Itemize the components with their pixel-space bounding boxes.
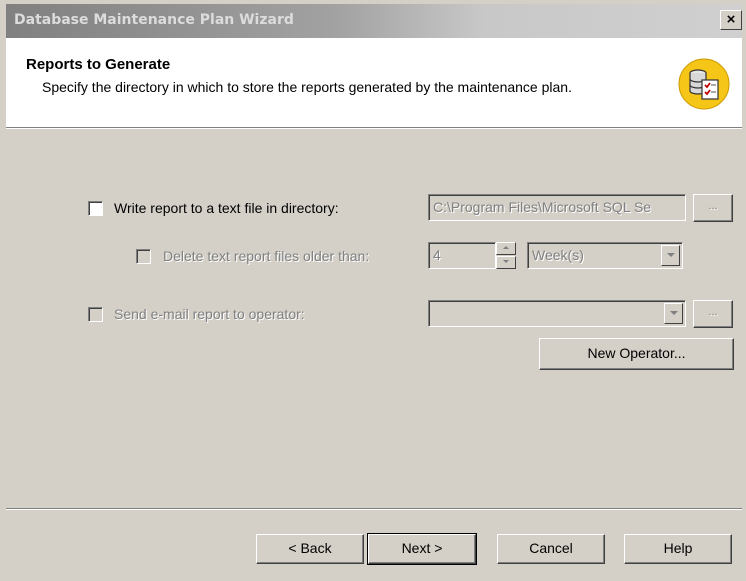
operator-dropdown-button[interactable] <box>664 303 683 324</box>
chevron-down-icon <box>503 260 509 263</box>
browse-directory-button[interactable]: ... <box>693 194 733 222</box>
window-title: Database Maintenance Plan Wizard <box>14 12 294 28</box>
delete-age-unit-value: Week(s) <box>532 247 584 263</box>
spinner-up-button[interactable] <box>496 242 516 255</box>
chevron-down-icon <box>670 311 678 315</box>
next-button[interactable]: Next > <box>367 533 477 565</box>
operator-select[interactable] <box>428 300 686 327</box>
delete-old-reports-label[interactable]: Delete text report files older than: <box>163 248 369 264</box>
chevron-down-icon <box>667 253 675 257</box>
title-bar: Database Maintenance Plan Wizard × <box>6 4 742 38</box>
delete-age-spinner[interactable] <box>496 242 516 269</box>
browse-operator-button[interactable]: ... <box>693 300 733 328</box>
new-operator-button[interactable]: New Operator... <box>539 338 734 370</box>
send-email-label[interactable]: Send e-mail report to operator: <box>114 306 305 322</box>
delete-age-unit-select[interactable]: Week(s) <box>527 242 683 269</box>
page-title: Reports to Generate <box>26 56 171 73</box>
cancel-button[interactable]: Cancel <box>497 534 605 564</box>
page-description: Specify the directory in which to store … <box>42 79 572 95</box>
write-report-checkbox[interactable] <box>88 201 103 216</box>
help-button[interactable]: Help <box>624 534 732 564</box>
footer-divider-highlight <box>6 509 742 510</box>
write-report-label[interactable]: Write report to a text file in directory… <box>114 200 339 216</box>
header-divider <box>6 128 742 129</box>
database-report-icon <box>678 58 730 110</box>
unit-dropdown-button[interactable] <box>661 245 680 266</box>
maintenance-plan-wizard-window: Database Maintenance Plan Wizard × Repor… <box>0 0 746 581</box>
back-button[interactable]: < Back <box>256 534 364 564</box>
send-email-checkbox[interactable] <box>88 307 103 322</box>
close-button[interactable]: × <box>720 10 742 30</box>
delete-old-reports-checkbox[interactable] <box>136 249 151 264</box>
delete-age-amount-field[interactable]: 4 <box>428 242 496 269</box>
report-directory-field[interactable]: C:\Program Files\Microsoft SQL Se <box>428 194 686 221</box>
spinner-down-button[interactable] <box>496 256 516 269</box>
chevron-up-icon <box>503 246 509 249</box>
wizard-header: Reports to Generate Specify the director… <box>6 38 742 128</box>
